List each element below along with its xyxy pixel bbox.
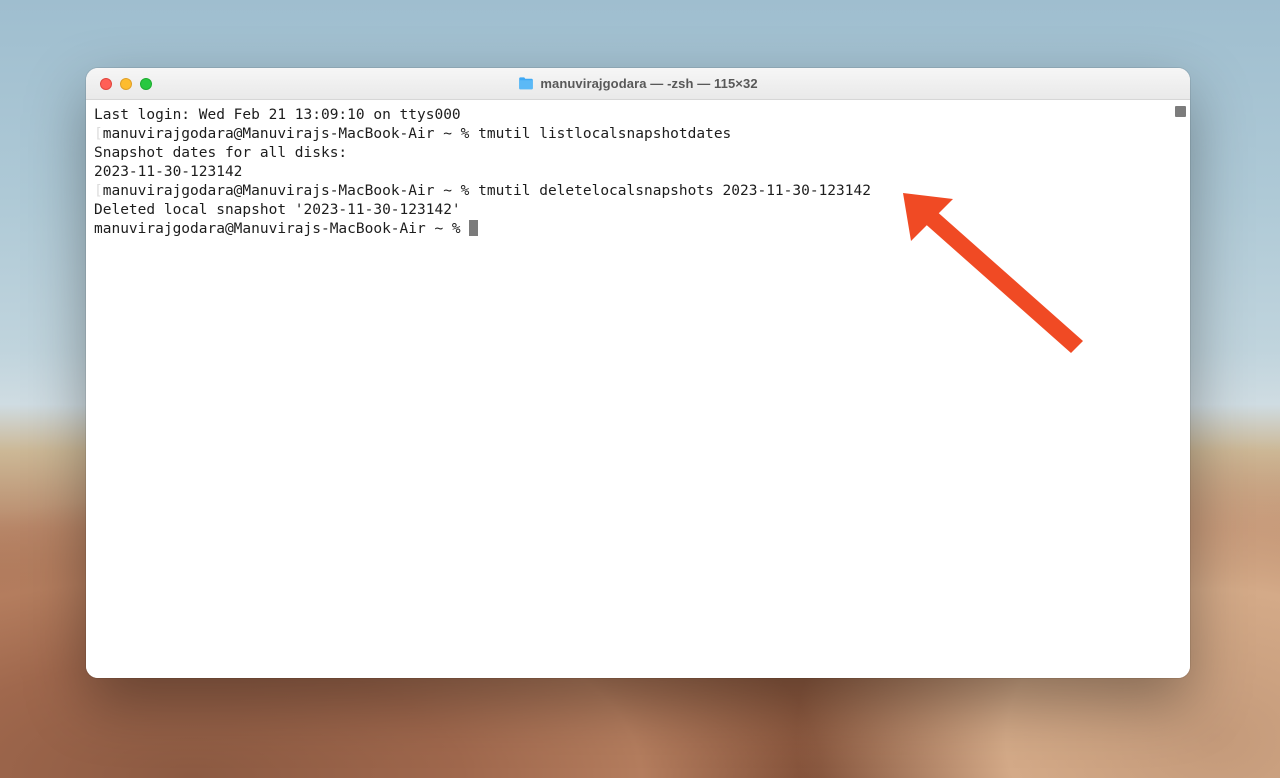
window-controls	[86, 78, 152, 90]
maximize-button[interactable]	[140, 78, 152, 90]
terminal-command-line: manuvirajgodara@Manuvirajs-MacBook-Air ~…	[103, 183, 871, 199]
window-title: manuvirajgodara — -zsh — 115×32	[540, 76, 757, 91]
terminal-output-line: Snapshot dates for all disks:	[94, 145, 347, 161]
window-titlebar[interactable]: manuvirajgodara — -zsh — 115×32	[86, 68, 1190, 100]
terminal-output-line: 2023-11-30-123142	[94, 164, 242, 180]
terminal-content-area[interactable]: Last login: Wed Feb 21 13:09:10 on ttys0…	[86, 100, 1190, 678]
terminal-prompt-line: manuvirajgodara@Manuvirajs-MacBook-Air ~…	[94, 221, 469, 237]
folder-icon	[518, 77, 534, 90]
terminal-window: manuvirajgodara — -zsh — 115×32 Last log…	[86, 68, 1190, 678]
close-button[interactable]	[100, 78, 112, 90]
terminal-output-line: Last login: Wed Feb 21 13:09:10 on ttys0…	[94, 107, 461, 123]
terminal-command-line: manuvirajgodara@Manuvirajs-MacBook-Air ~…	[103, 126, 732, 142]
terminal-cursor	[469, 220, 478, 236]
scroll-indicator[interactable]	[1175, 106, 1186, 117]
minimize-button[interactable]	[120, 78, 132, 90]
terminal-output-line: Deleted local snapshot '2023-11-30-12314…	[94, 202, 461, 218]
